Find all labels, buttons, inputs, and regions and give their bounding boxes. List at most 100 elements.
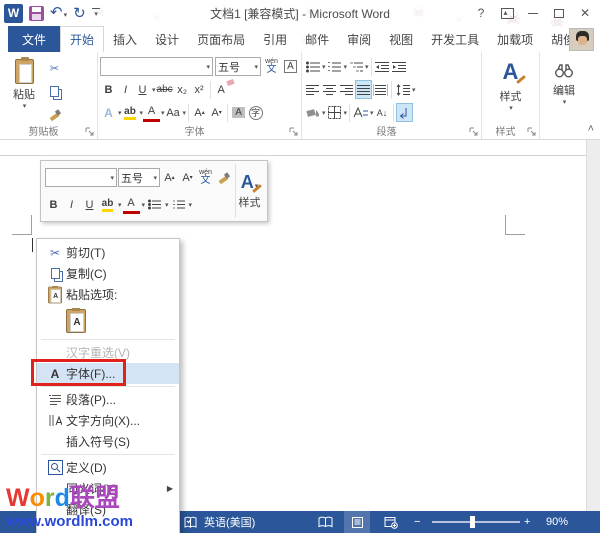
tab-mailings[interactable]: 邮件 (296, 26, 338, 52)
multilevel-list-button[interactable] (347, 57, 364, 76)
borders-button[interactable] (326, 103, 343, 122)
tab-references[interactable]: 引用 (254, 26, 296, 52)
text-effects-button[interactable]: A (100, 103, 117, 122)
menu-item-define[interactable]: 定义(D) (37, 457, 179, 478)
paste-option-keep-source-formatting[interactable] (37, 305, 179, 337)
italic-button[interactable]: I (117, 80, 134, 99)
user-avatar[interactable] (569, 28, 594, 51)
shading-button[interactable] (304, 103, 321, 122)
chevron-down-icon[interactable]: ▾ (365, 63, 369, 71)
menu-item-paragraph[interactable]: 段落(P)... (37, 389, 179, 410)
cut-button[interactable]: ✂ (46, 59, 63, 78)
web-layout-button[interactable] (378, 511, 404, 533)
tab-view[interactable]: 视图 (380, 26, 422, 52)
mini-grow-font-button[interactable]: A (161, 168, 178, 187)
mini-font-color-button[interactable]: A (123, 195, 140, 214)
mini-styles-button[interactable]: A▾ 样式 (235, 164, 263, 218)
superscript-button[interactable]: x² (191, 80, 208, 99)
chevron-down-icon[interactable]: ▾ (165, 201, 169, 209)
mini-format-painter-button[interactable] (215, 168, 232, 187)
line-spacing-button[interactable] (394, 80, 411, 99)
distribute-text-button[interactable] (372, 80, 389, 99)
strikethrough-button[interactable]: abc (156, 80, 174, 99)
tab-insert[interactable]: 插入 (104, 26, 146, 52)
text-highlight-button[interactable]: ab (122, 103, 139, 122)
mini-italic-button[interactable]: I (63, 195, 80, 214)
ribbon-display-options-button[interactable] (494, 0, 520, 26)
bullets-button[interactable] (304, 57, 321, 76)
chevron-down-icon[interactable]: ▾ (344, 109, 348, 117)
character-shading-button[interactable]: A (230, 103, 247, 122)
paragraph-dialog-launcher[interactable] (469, 127, 479, 137)
sort-button[interactable]: A↓ (374, 103, 391, 122)
align-right-button[interactable] (338, 80, 355, 99)
mini-highlight-button[interactable]: ab (99, 195, 116, 214)
zoom-slider-track[interactable] (432, 521, 520, 523)
subscript-button[interactable]: x₂ (174, 80, 191, 99)
mini-phonetic-guide-button[interactable]: wén文 (197, 168, 214, 187)
underline-button[interactable]: U (134, 80, 151, 99)
numbering-button[interactable] (326, 57, 343, 76)
asian-layout-button[interactable] (352, 103, 369, 122)
maximize-button[interactable] (546, 0, 572, 26)
shrink-font-button[interactable]: A (208, 103, 225, 122)
format-painter-button[interactable] (46, 105, 63, 124)
tab-addins[interactable]: 加载项 (488, 26, 542, 52)
tab-developer[interactable]: 开发工具 (422, 26, 488, 52)
zoom-out-button[interactable]: − (414, 511, 420, 533)
print-layout-button[interactable] (344, 511, 370, 533)
mini-numbering-button[interactable] (170, 195, 187, 214)
zoom-in-button[interactable]: + (524, 511, 530, 533)
mini-bold-button[interactable]: B (45, 195, 62, 214)
proofing-status-button[interactable] (184, 511, 197, 533)
mini-bullets-button[interactable] (146, 195, 163, 214)
bold-button[interactable]: B (100, 80, 117, 99)
help-button[interactable]: ? (468, 0, 494, 26)
copy-button[interactable] (46, 82, 63, 101)
zoom-slider-thumb[interactable] (470, 516, 475, 528)
clear-formatting-button[interactable]: A (213, 80, 230, 99)
chevron-down-icon[interactable]: ▾ (118, 201, 122, 209)
font-size-combo[interactable]: 五号▾ (215, 57, 261, 76)
character-border-button[interactable]: A (282, 57, 299, 76)
tab-home[interactable]: 开始 (60, 26, 104, 52)
tab-page-layout[interactable]: 页面布局 (188, 26, 254, 52)
mini-font-name-combo[interactable]: ▾ (45, 168, 117, 187)
menu-item-text-direction[interactable]: 文字方向(X)... (37, 410, 179, 431)
chevron-down-icon[interactable]: ▾ (183, 109, 187, 117)
font-name-combo[interactable]: ▾ (100, 57, 213, 76)
editing-button[interactable]: 编辑 ▾ (542, 55, 586, 106)
mini-shrink-font-button[interactable]: A (179, 168, 196, 187)
styles-dialog-launcher[interactable] (527, 127, 537, 137)
clipboard-dialog-launcher[interactable] (85, 127, 95, 137)
close-button[interactable]: ✕ (572, 0, 598, 26)
phonetic-guide-button[interactable]: wén文 (263, 57, 280, 76)
language-status[interactable]: 英语(美国) (204, 511, 255, 533)
increase-indent-button[interactable] (391, 57, 408, 76)
align-left-button[interactable] (304, 80, 321, 99)
font-dialog-launcher[interactable] (289, 127, 299, 137)
read-mode-button[interactable] (312, 511, 338, 533)
zoom-level[interactable]: 90% (546, 511, 568, 533)
mini-underline-button[interactable]: U (81, 195, 98, 214)
collapse-ribbon-button[interactable]: ˄ (588, 123, 594, 135)
menu-item-insert-symbol[interactable]: 插入符号(S) (37, 431, 179, 452)
menu-item-copy[interactable]: 复制(C) (37, 263, 179, 284)
chevron-down-icon[interactable]: ▾ (412, 86, 416, 94)
menu-item-cut[interactable]: ✂ 剪切(T) (37, 242, 179, 263)
mini-font-size-combo[interactable]: 五号▾ (118, 168, 160, 187)
font-color-button[interactable]: A (143, 103, 160, 122)
change-case-button[interactable]: Aa (165, 103, 182, 122)
styles-button[interactable]: A 样式 ▾ (484, 55, 537, 112)
menu-item-synonyms[interactable]: 同义词(Y) ▶ (37, 478, 179, 499)
scrollbar-track[interactable] (586, 140, 600, 511)
grow-font-button[interactable]: A (191, 103, 208, 122)
justify-button[interactable] (355, 80, 372, 99)
menu-item-translate[interactable]: 翻译(S) (37, 499, 179, 520)
chevron-down-icon[interactable]: ▾ (142, 201, 146, 209)
chevron-down-icon[interactable]: ▾ (23, 102, 27, 110)
enclose-characters-button[interactable]: 字 (247, 103, 264, 122)
chevron-down-icon[interactable]: ▾ (189, 201, 193, 209)
show-hide-marks-button[interactable] (396, 103, 413, 122)
tab-review[interactable]: 审阅 (338, 26, 380, 52)
